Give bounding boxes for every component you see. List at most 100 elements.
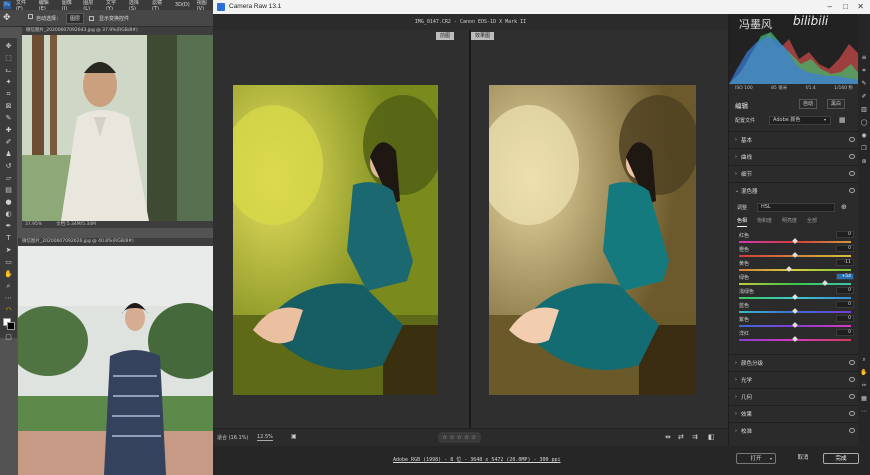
zoom-menu-icon[interactable]: ▣ — [291, 433, 297, 440]
compare-view-icon[interactable]: ⇹ — [665, 433, 671, 441]
eye-icon[interactable] — [849, 411, 855, 416]
path-select-icon[interactable]: ➤ — [4, 246, 13, 255]
profile-select[interactable]: Adobe 颜色 — [769, 116, 831, 125]
marquee-icon[interactable]: ⬚ — [4, 54, 13, 63]
eraser-icon[interactable]: ▱ — [4, 174, 13, 183]
section-geometry[interactable]: › 几何 — [729, 388, 859, 405]
brush-icon[interactable]: ✐ — [4, 138, 13, 147]
swap-view-icon[interactable]: ⇄ — [678, 433, 684, 441]
section-calibration[interactable]: › 校准 — [729, 422, 859, 439]
section-curve[interactable]: › 曲线 — [729, 148, 859, 165]
linear-gradient-icon[interactable]: ▥ — [860, 106, 868, 114]
tab-luminance[interactable]: 明亮度 — [782, 216, 797, 227]
pen-icon[interactable]: ✒ — [4, 222, 13, 231]
slider-value-field[interactable]: +54 — [836, 273, 854, 280]
gradient-icon[interactable]: ▤ — [4, 186, 13, 195]
slider-value-field[interactable]: 0 — [836, 315, 854, 322]
presets-icon[interactable]: ⊛ — [860, 158, 868, 166]
slider-track[interactable] — [739, 283, 851, 285]
crop-icon[interactable]: ⌗ — [4, 90, 13, 99]
menu-3d[interactable]: 3D(D) — [175, 2, 190, 8]
eye-icon[interactable] — [849, 137, 855, 142]
document-tab-1[interactable]: 微信图片_20200607092643.jpg @ 37.9%(RGB/8#) — [22, 27, 213, 35]
cancel-button[interactable]: 取消 — [788, 453, 818, 464]
radial-gradient-icon[interactable]: ◯ — [860, 119, 868, 127]
move-tool-icon[interactable]: ✥ — [3, 13, 11, 23]
sampler-icon[interactable]: ✑ — [860, 382, 868, 390]
slider-value-field[interactable]: 0 — [836, 245, 854, 252]
section-calibration-label: 校准 — [741, 429, 753, 435]
crop-icon[interactable]: ⌗ — [860, 67, 868, 75]
more-tools-icon[interactable]: ⋯ — [4, 294, 13, 303]
red-eye-icon[interactable]: ◉ — [860, 132, 868, 140]
grid-icon[interactable]: ▦ — [860, 395, 868, 403]
tab-hue[interactable]: 色相 — [737, 216, 748, 227]
done-button[interactable]: 完成 — [823, 453, 859, 464]
section-color-mixer[interactable]: ⌄ 混色器 — [729, 182, 859, 199]
healing-icon[interactable]: ✎ — [860, 80, 868, 88]
workflow-options-link[interactable]: Adobe RGB (1998) - 8 位 - 3648 x 5472 (20… — [393, 456, 561, 463]
edit-icon[interactable]: ≡ — [860, 54, 868, 62]
slider-value-field[interactable]: 0 — [836, 301, 854, 308]
hand-icon[interactable]: ✋ — [860, 369, 868, 377]
document-tab-2[interactable]: 微信图片_20200607092626.jpg @ 40.8%(RGB/8#) — [18, 238, 213, 246]
layer-dropdown[interactable]: 图层 — [66, 12, 85, 24]
eye-icon[interactable] — [849, 360, 855, 365]
slider-value-field[interactable]: 0 — [836, 287, 854, 294]
eyedropper-icon[interactable]: ✎ — [4, 114, 13, 123]
eye-icon[interactable] — [849, 188, 855, 193]
move-icon[interactable]: ✥ — [4, 42, 13, 51]
history-brush-icon[interactable]: ↺ — [4, 162, 13, 171]
healing-icon[interactable]: ✚ — [4, 126, 13, 135]
section-color-grading[interactable]: › 颜色分级 — [729, 354, 859, 371]
section-effects[interactable]: › 效果 — [729, 405, 859, 422]
zoom-icon[interactable]: ⌕ — [4, 282, 13, 291]
eye-icon[interactable] — [849, 154, 855, 159]
eye-icon[interactable] — [849, 171, 855, 176]
zoom-level-select[interactable]: 12.5% — [257, 434, 273, 441]
blur-icon[interactable]: ● — [4, 198, 13, 207]
hand-icon[interactable]: ✋ — [4, 270, 13, 279]
screen-mode-icon[interactable]: ▢ — [4, 333, 13, 342]
shape-icon[interactable]: ▭ — [4, 258, 13, 267]
eye-icon[interactable] — [849, 377, 855, 382]
section-basic[interactable]: › 基本 — [729, 131, 859, 148]
brush-icon[interactable]: ✐ — [860, 93, 868, 101]
slider-track[interactable] — [739, 269, 851, 271]
tab-all[interactable]: 全部 — [807, 216, 817, 227]
text-icon[interactable]: T — [4, 234, 13, 243]
auto-select-checkbox[interactable] — [28, 14, 33, 19]
copy-settings-icon[interactable]: ⇉ — [692, 433, 698, 441]
target-adjust-icon[interactable]: ⊕ — [841, 203, 847, 211]
snapshots-icon[interactable]: ❐ — [860, 145, 868, 153]
profile-browser-icon[interactable]: ▦ — [839, 116, 846, 124]
adjust-label: 调整 — [737, 205, 748, 211]
slider-value-field[interactable]: 0 — [836, 231, 854, 238]
edit-toolbar-icon[interactable]: ◠ — [4, 306, 13, 315]
close-icon[interactable]: ✕ — [857, 0, 864, 14]
slider-value-field[interactable]: 0 — [836, 329, 854, 336]
black-white-button[interactable]: 黑白 — [827, 99, 846, 109]
fit-zoom-option[interactable]: 适合 (16.1%) — [217, 434, 248, 441]
more-icon[interactable]: ⋯ — [860, 408, 868, 416]
tab-saturation[interactable]: 饱和度 — [757, 216, 772, 227]
dodge-icon[interactable]: ◐ — [4, 210, 13, 219]
frame-icon[interactable]: ⊠ — [4, 102, 13, 111]
lasso-icon[interactable]: ᓚ — [4, 66, 13, 75]
section-detail[interactable]: › 细节 — [729, 165, 859, 182]
rating-stars[interactable]: ☆ ☆ ☆ ☆ ☆ — [438, 432, 481, 443]
adjust-select[interactable]: HSL — [757, 203, 835, 212]
eye-icon[interactable] — [849, 394, 855, 399]
stamp-icon[interactable]: ♟ — [4, 150, 13, 159]
maximize-icon[interactable]: □ — [843, 0, 848, 14]
show-transform-checkbox[interactable] — [89, 15, 95, 21]
minimize-icon[interactable]: – — [828, 0, 832, 14]
auto-button[interactable]: 自动 — [799, 99, 818, 109]
eye-icon[interactable] — [849, 428, 855, 433]
zoom-icon[interactable]: ⌕ — [860, 356, 868, 364]
section-curve-label: 曲线 — [741, 155, 753, 161]
section-optics[interactable]: › 光学 — [729, 371, 859, 388]
toggle-view-icon[interactable]: ◧ — [708, 433, 715, 441]
slider-value-field[interactable]: -11 — [836, 259, 854, 266]
magic-wand-icon[interactable]: ✦ — [4, 78, 13, 87]
